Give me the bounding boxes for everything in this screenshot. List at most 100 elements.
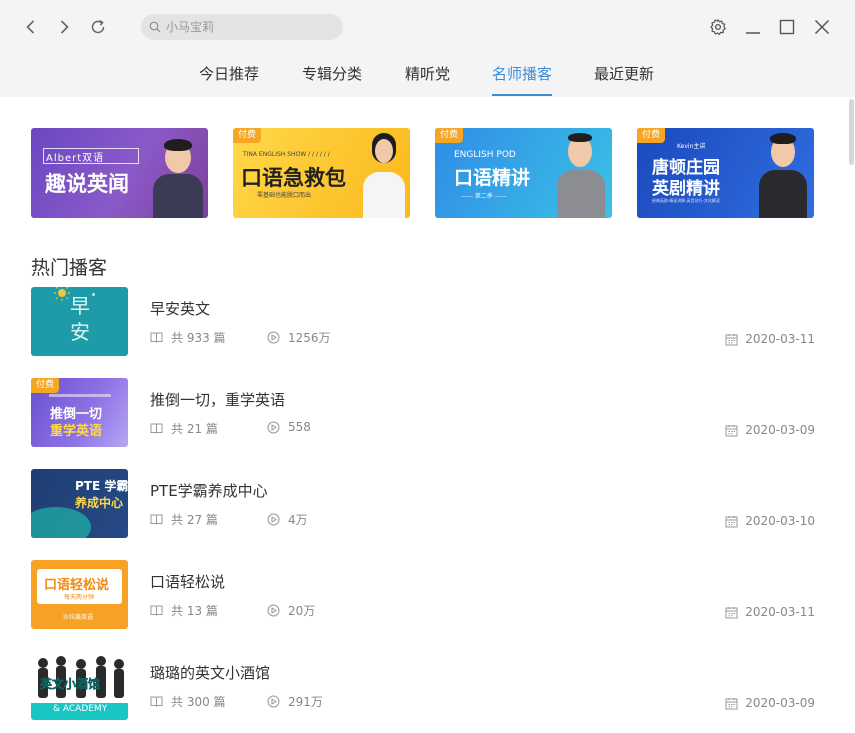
banner-downton[interactable]: 付费 Kevin主讲 唐顿庄园 英剧精讲 经典英剧·精读讲解·英音技巧·文化解读 [637,128,814,218]
paid-badge: 付费 [31,378,60,393]
play-count: 291万 [267,693,323,710]
calendar-icon [725,697,738,709]
banner-subtitle: —— 第二季 —— [461,193,507,200]
podcast-title: 推倒一切，重学英语 [150,391,286,409]
cover-text-3: 沙拉酱英语 [63,614,94,621]
calendar-icon [725,606,738,618]
tab-albums[interactable]: 专辑分类 [302,62,362,97]
banner-subtitle: 经典英剧·精读讲解·英音技巧·文化解读 [652,198,720,203]
tab-recent[interactable]: 最近更新 [594,62,654,97]
book-icon [150,423,163,434]
update-date: 2020-03-10 [725,514,815,528]
refresh-icon [91,19,105,34]
scrollbar[interactable] [847,97,855,733]
play-circle-icon [267,513,280,526]
episode-count: 共 933 篇 [150,329,226,346]
podcast-title: PTE学霸养成中心 [150,482,268,500]
cover-text: 口语轻松说 [44,578,110,593]
episode-count-text: 共 300 篇 [171,695,226,709]
chevron-right-icon [60,20,69,34]
play-circle-icon [267,695,280,708]
banner-tina[interactable]: 付费 TINA ENGLISH SHOW / / / / / / 口语急救包 零… [233,128,410,218]
banner-title-2: 英剧精讲 [652,179,720,199]
play-count-text: 558 [288,420,311,434]
banner-label: TINA ENGLISH SHOW / / / / / / [243,151,330,158]
banner-label: Kevin主讲 [677,143,706,150]
back-button[interactable] [18,14,44,40]
cover-text-2: 每天两分钟 [64,594,95,601]
podcast-row[interactable]: PTE 学霸 养成中心 PTE学霸养成中心 共 27 篇 4万 2020-03-… [31,469,815,538]
maximize-button[interactable] [775,14,799,40]
settings-button[interactable] [706,14,730,40]
update-date: 2020-03-11 [725,332,815,346]
tab-teacher-podcasts[interactable]: 名师播客 [492,62,553,97]
update-date-text: 2020-03-10 [745,514,815,528]
minimize-button[interactable] [741,14,765,40]
refresh-button[interactable] [85,14,111,40]
banner-title: 口语急救包 [241,166,346,190]
episode-count: 共 21 篇 [150,420,218,437]
banner-albert[interactable]: Albert双语 趣说英闻 [31,128,208,218]
podcast-cover: 付费 推倒一切 重学英语 [31,378,128,447]
episode-count-text: 共 13 篇 [171,604,218,618]
podcast-row[interactable]: 英文小酒馆 & ACADEMY 璐璐的英文小酒馆 共 300 篇 291万 20… [31,651,815,720]
episode-count-text: 共 21 篇 [171,422,218,436]
podcast-row[interactable]: 早安 早安英文 共 933 篇 1256万 2020-03-11 [31,287,815,356]
paid-badge: 付费 [637,128,666,143]
podcast-cover: 英文小酒馆 & ACADEMY [31,651,128,720]
update-date-text: 2020-03-09 [745,423,815,437]
podcast-row[interactable]: 口语轻松说 每天两分钟 沙拉酱英语 口语轻松说 共 13 篇 20万 2020-… [31,560,815,629]
banner-label: ENGLISH POD [454,150,516,160]
cover-text: PTE 学霸 [75,479,128,493]
section-title: 热门播客 [31,257,108,279]
book-icon [150,696,163,707]
update-date-text: 2020-03-11 [745,332,815,346]
scrollbar-thumb[interactable] [849,99,854,165]
search-box[interactable] [141,14,343,40]
episode-count: 共 13 篇 [150,602,218,619]
podcast-title: 早安英文 [150,300,211,318]
play-count-text: 291万 [288,695,323,709]
play-count: 4万 [267,511,308,528]
episode-count: 共 300 篇 [150,693,226,710]
tab-today[interactable]: 今日推荐 [199,62,259,97]
podcast-title: 璐璐的英文小酒馆 [150,664,271,682]
play-count: 1256万 [267,329,331,346]
book-icon [150,605,163,616]
update-date: 2020-03-09 [725,696,815,710]
chevron-left-icon [26,20,35,34]
play-count-text: 20万 [288,604,316,618]
calendar-icon [725,333,738,345]
minimize-icon [746,32,760,34]
paid-badge: 付费 [435,128,464,143]
presenter-image [361,130,407,218]
close-button[interactable] [810,14,834,40]
banner-label: Albert双语 [46,153,105,164]
update-date-text: 2020-03-09 [745,696,815,710]
play-count: 20万 [267,602,315,619]
update-date-text: 2020-03-11 [745,605,815,619]
banner-title: 口语精讲 [454,167,531,189]
title-bar: 今日推荐 专辑分类 精听党 名师播客 最近更新 [0,0,855,97]
search-input[interactable] [166,15,336,39]
banner-englishpod[interactable]: 付费 ENGLISH POD 口语精讲 —— 第二季 —— [435,128,612,218]
podcast-cover: PTE 学霸 养成中心 [31,469,128,538]
tab-listening[interactable]: 精听党 [405,62,450,97]
gear-icon [710,19,726,35]
podcast-row[interactable]: 付费 推倒一切 重学英语 推倒一切，重学英语 共 21 篇 558 2020-0… [31,378,815,447]
cover-text-2: & ACADEMY [53,704,108,714]
play-count-text: 4万 [288,513,308,527]
close-icon [814,19,830,35]
book-icon [150,332,163,343]
episode-count-text: 共 933 篇 [171,331,226,345]
play-circle-icon [267,421,280,433]
cover-text-2: 养成中心 [75,496,124,510]
episode-count: 共 27 篇 [150,511,218,528]
forward-button[interactable] [51,14,77,40]
cover-text: 英文小酒馆 [40,677,101,691]
podcast-cover: 早安 [31,287,128,356]
play-circle-icon [267,331,280,344]
category-tabs: 今日推荐 专辑分类 精听党 名师播客 最近更新 [0,62,855,97]
play-circle-icon [267,604,280,617]
cover-text: 早安 [70,294,90,344]
